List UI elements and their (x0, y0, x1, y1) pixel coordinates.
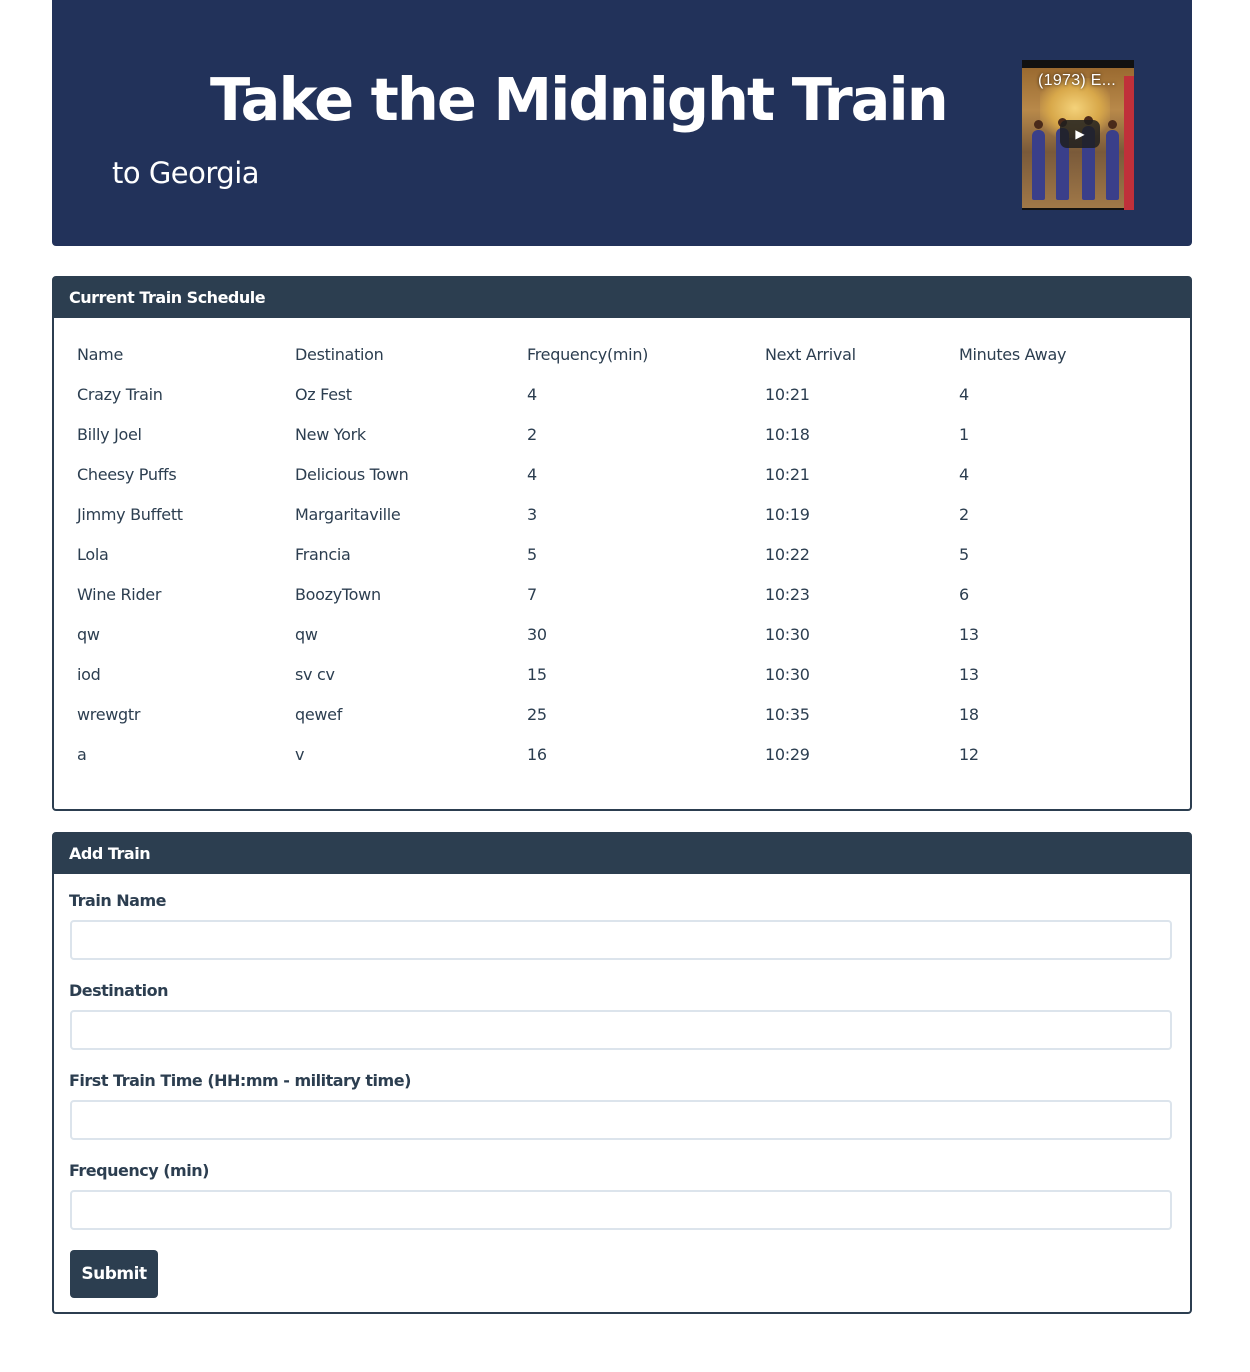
destination-cell: BoozyTown (295, 584, 381, 604)
video-embed[interactable]: (1973) E... ▶ (1022, 60, 1134, 210)
next-arrival-cell: 10:18 (765, 424, 810, 444)
train-name-cell: iod (77, 664, 101, 684)
next-arrival-cell: 10:29 (765, 744, 810, 764)
destination-cell: sv cv (295, 664, 335, 684)
frequency-cell: 4 (527, 384, 537, 404)
destination-input[interactable] (70, 1010, 1172, 1050)
table-row: Crazy Train Oz Fest 4 10:21 4 (69, 374, 1174, 414)
submit-button[interactable]: Submit (70, 1250, 158, 1298)
train-name-input[interactable] (70, 920, 1172, 960)
train-name-cell: qw (77, 624, 100, 644)
minutes-away-cell: 13 (959, 624, 979, 644)
column-header-destination: Destination (295, 344, 384, 364)
destination-cell: Francia (295, 544, 351, 564)
jumbotron-header: Take the Midnight Train to Georgia (1973… (52, 0, 1192, 246)
minutes-away-cell: 13 (959, 664, 979, 684)
table-row: qw qw 30 10:30 13 (69, 614, 1174, 654)
next-arrival-cell: 10:30 (765, 624, 810, 644)
add-train-panel-heading: Add Train (54, 834, 1190, 874)
minutes-away-cell: 12 (959, 744, 979, 764)
next-arrival-cell: 10:35 (765, 704, 810, 724)
table-row: iod sv cv 15 10:30 13 (69, 654, 1174, 694)
frequency-cell: 16 (527, 744, 547, 764)
table-row: wrewgtr qewef 25 10:35 18 (69, 694, 1174, 734)
add-train-panel: Add Train Train Name Destination First T… (52, 832, 1192, 1314)
destination-cell: qw (295, 624, 318, 644)
minutes-away-cell: 1 (959, 424, 969, 444)
first-train-time-label: First Train Time (HH:mm - military time) (69, 1071, 411, 1090)
train-name-cell: Lola (77, 544, 109, 564)
next-arrival-cell: 10:21 (765, 384, 810, 404)
frequency-label: Frequency (min) (69, 1161, 209, 1180)
destination-cell: Delicious Town (295, 464, 409, 484)
schedule-table: Name Destination Frequency(min) Next Arr… (69, 334, 1174, 774)
destination-cell: v (295, 744, 305, 764)
table-row: Cheesy Puffs Delicious Town 4 10:21 4 (69, 454, 1174, 494)
destination-cell: Margaritaville (295, 504, 401, 524)
train-name-cell: Cheesy Puffs (77, 464, 177, 484)
next-arrival-cell: 10:21 (765, 464, 810, 484)
train-name-cell: a (77, 744, 87, 764)
table-header-row: Name Destination Frequency(min) Next Arr… (69, 334, 1174, 374)
train-name-cell: Crazy Train (77, 384, 163, 404)
play-icon[interactable]: ▶ (1060, 120, 1100, 148)
column-header-minutes-away: Minutes Away (959, 344, 1067, 364)
train-name-cell: wrewgtr (77, 704, 141, 724)
destination-label: Destination (69, 981, 169, 1000)
minutes-away-cell: 4 (959, 384, 969, 404)
next-arrival-cell: 10:19 (765, 504, 810, 524)
minutes-away-cell: 5 (959, 544, 969, 564)
frequency-cell: 15 (527, 664, 547, 684)
frequency-cell: 5 (527, 544, 537, 564)
table-row: a v 16 10:29 12 (69, 734, 1174, 774)
column-header-next-arrival: Next Arrival (765, 344, 856, 364)
frequency-cell: 3 (527, 504, 537, 524)
minutes-away-cell: 6 (959, 584, 969, 604)
train-name-cell: Wine Rider (77, 584, 162, 604)
table-row: Lola Francia 5 10:22 5 (69, 534, 1174, 574)
page-title: Take the Midnight Train (210, 65, 949, 134)
schedule-panel-heading: Current Train Schedule (54, 278, 1190, 318)
frequency-cell: 2 (527, 424, 537, 444)
next-arrival-cell: 10:23 (765, 584, 810, 604)
frequency-cell: 4 (527, 464, 537, 484)
frequency-cell: 30 (527, 624, 547, 644)
page-subtitle: to Georgia (112, 156, 260, 190)
frequency-input[interactable] (70, 1190, 1172, 1230)
destination-cell: qewef (295, 704, 343, 724)
table-row: Billy Joel New York 2 10:18 1 (69, 414, 1174, 454)
video-title: (1973) E... (1038, 72, 1117, 89)
page-container: Take the Midnight Train to Georgia (1973… (52, 0, 1192, 1314)
minutes-away-cell: 2 (959, 504, 969, 524)
destination-cell: New York (295, 424, 366, 444)
column-header-name: Name (77, 344, 124, 364)
table-row: Jimmy Buffett Margaritaville 3 10:19 2 (69, 494, 1174, 534)
frequency-cell: 25 (527, 704, 547, 724)
frequency-cell: 7 (527, 584, 537, 604)
first-train-time-input[interactable] (70, 1100, 1172, 1140)
column-header-frequency: Frequency(min) (527, 344, 649, 364)
destination-cell: Oz Fest (295, 384, 352, 404)
train-name-cell: Jimmy Buffett (77, 504, 183, 524)
train-name-cell: Billy Joel (77, 424, 142, 444)
minutes-away-cell: 18 (959, 704, 979, 724)
schedule-panel: Current Train Schedule Name Destination … (52, 276, 1192, 811)
train-name-label: Train Name (69, 891, 167, 910)
next-arrival-cell: 10:22 (765, 544, 810, 564)
next-arrival-cell: 10:30 (765, 664, 810, 684)
minutes-away-cell: 4 (959, 464, 969, 484)
table-row: Wine Rider BoozyTown 7 10:23 6 (69, 574, 1174, 614)
